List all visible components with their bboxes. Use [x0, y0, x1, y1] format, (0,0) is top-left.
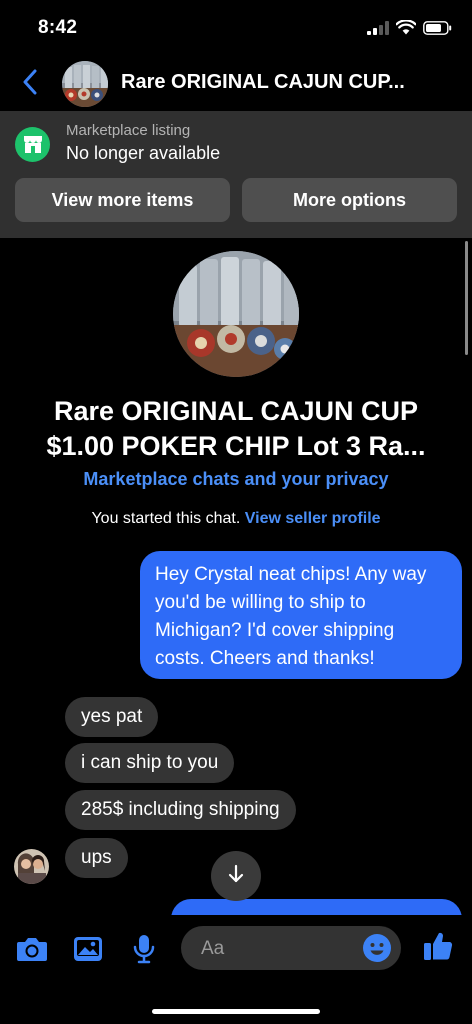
scroll-indicator[interactable] — [465, 241, 468, 355]
status-bar: 8:42 — [0, 0, 472, 58]
chat-started-line: You started this chat. View seller profi… — [0, 510, 472, 528]
seller-avatar[interactable] — [14, 849, 49, 884]
view-seller-profile-link[interactable]: View seller profile — [245, 510, 381, 527]
listing-photo[interactable] — [173, 251, 299, 377]
thumbs-up-icon[interactable] — [421, 929, 455, 963]
listing-caption: Marketplace listing — [66, 122, 191, 139]
scroll-to-bottom-button[interactable] — [211, 851, 261, 901]
privacy-link[interactable]: Marketplace chats and your privacy — [0, 469, 472, 490]
wifi-icon — [395, 19, 417, 40]
chevron-down-icon — [226, 864, 246, 889]
cellular-signal-icon — [367, 20, 389, 40]
store-icon — [15, 127, 50, 162]
incoming-message[interactable]: 285$ including shipping — [65, 790, 296, 830]
conversation-title-line1: Rare ORIGINAL CAJUN CUP — [53, 396, 419, 426]
emoji-icon[interactable] — [362, 933, 392, 963]
back-button[interactable] — [14, 66, 46, 102]
status-icons — [367, 19, 452, 40]
incoming-message[interactable]: ups — [65, 838, 128, 878]
conversation-title-line2: $1.00 POKER CHIP Lot 3 Ra... — [46, 431, 426, 461]
listing-status: No longer available — [66, 143, 221, 163]
view-more-items-button[interactable]: View more items — [15, 178, 230, 222]
photo-icon[interactable] — [71, 932, 105, 966]
microphone-icon[interactable] — [127, 932, 161, 966]
message-input[interactable] — [199, 926, 353, 972]
listing-thumbnail[interactable] — [62, 61, 108, 107]
more-options-button[interactable]: More options — [242, 178, 457, 222]
message-input-container[interactable] — [181, 926, 401, 972]
incoming-message[interactable]: i can ship to you — [65, 743, 235, 783]
incoming-message[interactable]: yes pat — [65, 697, 159, 737]
home-indicator[interactable] — [152, 1009, 320, 1014]
chat-header: Rare ORIGINAL CAJUN CUP... — [0, 58, 472, 110]
status-time: 8:42 — [38, 17, 78, 38]
conversation-title: Rare ORIGINAL CAJUN CUP $1.00 POKER CHIP… — [10, 394, 462, 464]
chat-started-text: You started this chat. — [91, 510, 241, 527]
back-chevron-icon — [22, 69, 38, 100]
message-composer — [0, 915, 472, 1024]
header-title[interactable]: Rare ORIGINAL CAJUN CUP... — [121, 71, 441, 94]
battery-icon — [423, 20, 452, 40]
camera-icon[interactable] — [15, 932, 49, 966]
outgoing-message[interactable]: Hey Crystal neat chips! Any way you'd be… — [140, 551, 462, 679]
